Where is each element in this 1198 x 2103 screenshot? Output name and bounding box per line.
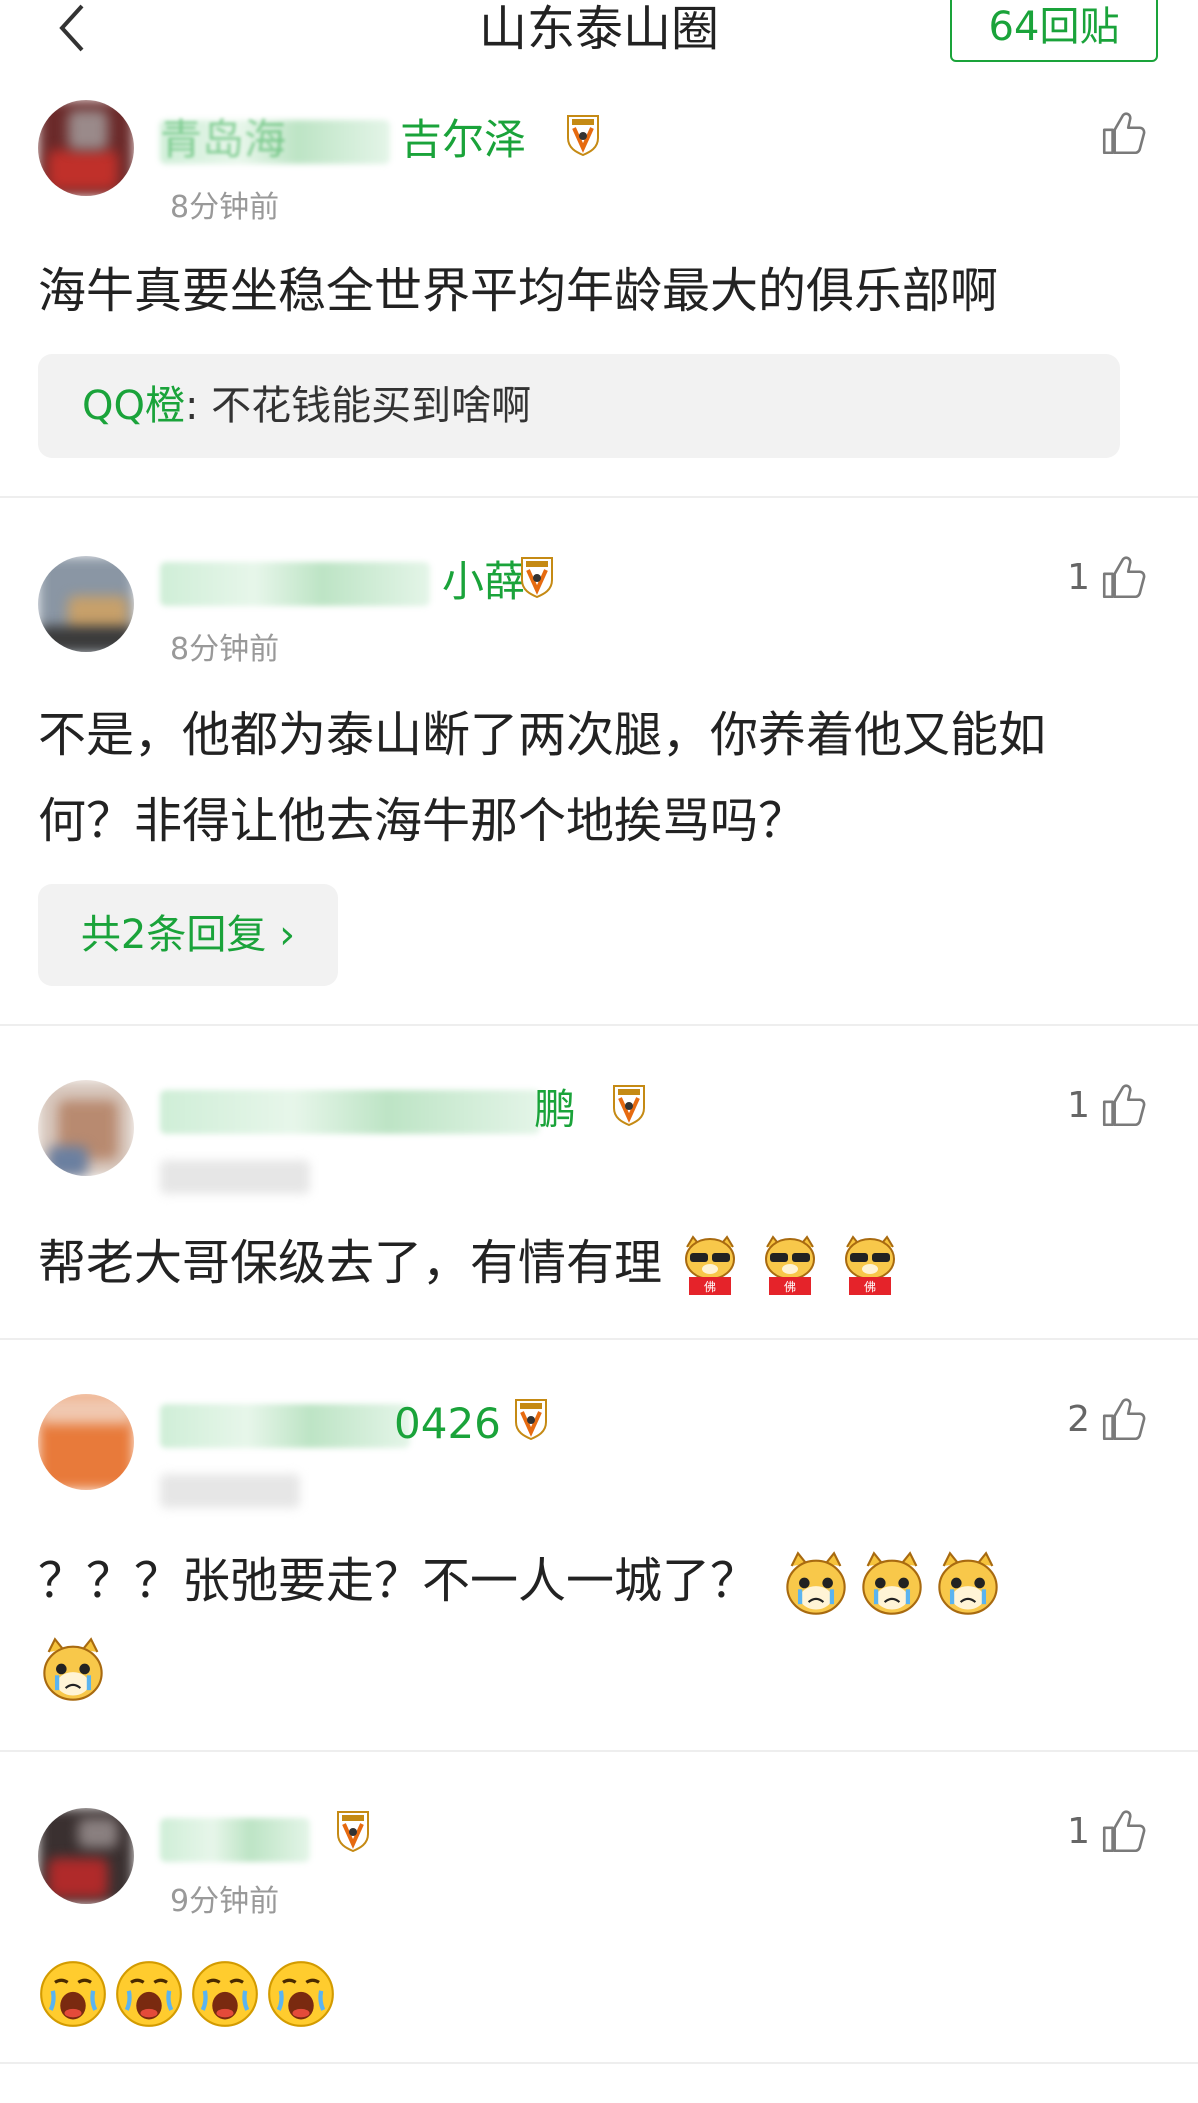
avatar[interactable] — [38, 1808, 134, 1904]
like-count: 1 — [1067, 557, 1090, 598]
dog-crying-emoji — [857, 1549, 927, 1619]
like-count: 2 — [1067, 1399, 1090, 1440]
team-crest-icon — [336, 1810, 370, 1852]
thumbs-up-icon — [1098, 109, 1148, 159]
divider — [0, 1024, 1198, 1026]
like-count: 1 — [1067, 1085, 1090, 1126]
reply-author[interactable]: QQ橙 — [82, 383, 185, 429]
top-bar: 山东泰山圈 64回贴 — [0, 0, 1198, 78]
like-count: 1 — [1067, 1811, 1090, 1852]
post-time: 8分钟前 — [170, 632, 280, 667]
post-time — [160, 1474, 300, 1508]
crying-face-emoji — [190, 1959, 260, 2029]
username[interactable]: 青岛海 吉尔泽 — [160, 112, 526, 168]
post-time: 9分钟前 — [170, 1884, 280, 1919]
username[interactable]: 小薛 — [160, 554, 526, 610]
post-time: 8分钟前 — [170, 190, 280, 225]
username[interactable] — [160, 1810, 320, 1866]
reply-count-button[interactable]: 64回贴 — [950, 0, 1158, 62]
dog-sunglasses-emoji — [837, 1233, 903, 1299]
comment-body — [38, 1948, 1158, 2034]
like-button[interactable] — [1090, 104, 1148, 164]
divider — [0, 1338, 1198, 1340]
comment-text: 帮老大哥保级去了，有情有理 — [38, 1235, 663, 1291]
comment-body: 帮老大哥保级去了，有情有理 — [38, 1220, 1158, 1306]
divider — [0, 1750, 1198, 1752]
like-button[interactable]: 1 — [1067, 548, 1148, 608]
thumbs-up-icon — [1098, 1081, 1148, 1131]
dog-crying-emoji — [38, 1635, 108, 1705]
thumbs-up-icon — [1098, 1807, 1148, 1857]
team-crest-icon — [514, 1398, 548, 1440]
crying-face-emoji — [38, 1959, 108, 2029]
like-button[interactable]: 1 — [1067, 1076, 1148, 1136]
comment-text: 海牛真要坐稳全世界平均年龄最大的俱乐部啊 — [38, 263, 999, 319]
team-crest-icon — [566, 114, 600, 156]
dog-sunglasses-emoji — [677, 1233, 743, 1299]
divider — [0, 2062, 1198, 2064]
chevron-right-icon: › — [266, 912, 296, 958]
username[interactable]: 鹏 — [160, 1082, 600, 1138]
reply-preview[interactable]: QQ橙: 不花钱能买到啥啊 — [38, 354, 1120, 458]
dog-crying-emoji — [781, 1549, 851, 1619]
divider — [0, 496, 1198, 498]
comment-text: ？？？张弛要走？不一人一城了？ — [38, 1553, 759, 1609]
avatar[interactable] — [38, 100, 134, 196]
thumbs-up-icon — [1098, 1395, 1148, 1445]
like-button[interactable]: 1 — [1067, 1802, 1148, 1862]
view-replies-button[interactable]: 共2条回复 › — [38, 884, 338, 986]
avatar[interactable] — [38, 1080, 134, 1176]
avatar[interactable] — [38, 1394, 134, 1490]
post-time — [160, 1160, 310, 1194]
crying-face-emoji — [114, 1959, 184, 2029]
team-crest-icon — [612, 1084, 646, 1126]
dog-sunglasses-emoji — [757, 1233, 823, 1299]
reply-text: : 不花钱能买到啥啊 — [184, 383, 532, 429]
comment-text: 不是，他都为泰山断了两次腿，你养着他又能如何？非得让他去海牛那个地挨骂吗？ — [38, 707, 1047, 849]
comment-body: ？？？张弛要走？不一人一城了？ — [38, 1538, 1138, 1710]
dog-crying-emoji — [933, 1549, 1003, 1619]
username[interactable]: 0426 — [160, 1396, 501, 1452]
team-crest-icon — [520, 556, 554, 598]
avatar[interactable] — [38, 556, 134, 652]
thumbs-up-icon — [1098, 553, 1148, 603]
crying-face-emoji — [266, 1959, 336, 2029]
like-button[interactable]: 2 — [1067, 1390, 1148, 1450]
